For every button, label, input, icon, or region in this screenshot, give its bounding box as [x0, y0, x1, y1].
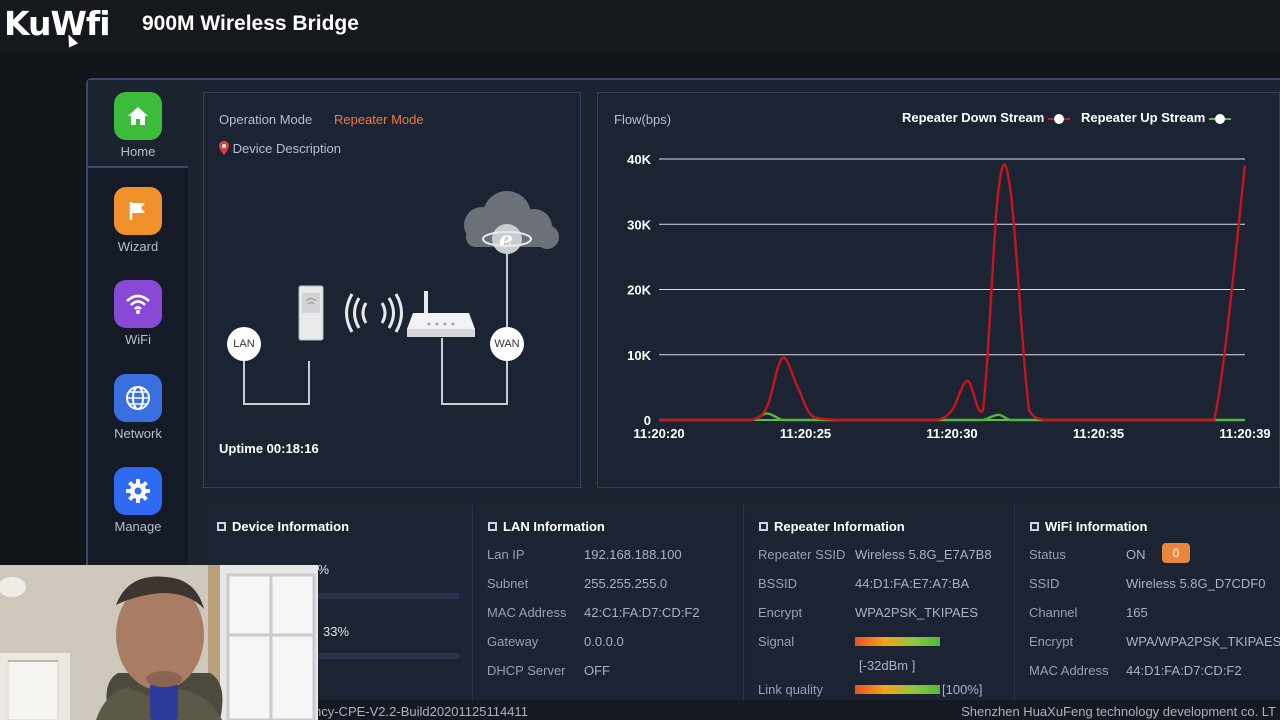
sidebar-item-network[interactable]: Network [88, 362, 188, 450]
location-pin-icon [219, 141, 229, 155]
uptime: Uptime 00:18:16 [219, 441, 319, 456]
top-bar: KuWfi 900M Wireless Bridge [0, 0, 1280, 54]
dhcp-value: OFF [584, 663, 610, 678]
wifi-icon [114, 280, 162, 328]
dhcp-label: DHCP Server [487, 663, 566, 678]
lan-ip-label: Lan IP [487, 547, 525, 562]
signal-dbm-value: [-32dBm ] [859, 658, 916, 673]
wifi-mac-label: MAC Address [1029, 663, 1109, 678]
lan-info-panel: LAN Information Lan IP 192.168.188.100 S… [474, 505, 744, 700]
router-icon [407, 291, 475, 337]
svg-text:e: e [499, 227, 513, 253]
sidebar-item-label: Manage [114, 519, 162, 534]
x-tick-label: 11:20:20 [633, 426, 684, 441]
y-tick-label: 10K [627, 348, 651, 363]
x-tick-label: 11:20:39 [1219, 426, 1270, 441]
webcam-overlay [0, 565, 318, 720]
sidebar-item-label: Wizard [117, 239, 159, 254]
x-tick-label: 11:20:30 [926, 426, 977, 441]
company-name: Shenzhen HuaXuFeng technology developmen… [961, 704, 1276, 719]
internet-cloud-icon: e [464, 191, 559, 254]
wan-node: WAN [490, 327, 524, 361]
repeater-ssid-label: Repeater SSID [758, 547, 846, 562]
flow-chart: 010K20K30K40K11:20:20 11:20:25 11:20:30 11:… [627, 152, 1271, 441]
mac-label: MAC Address [487, 605, 567, 620]
y-tick-label: 20K [627, 283, 651, 298]
bssid-label: BSSID [758, 576, 798, 591]
device-description: Device Description [219, 141, 341, 156]
lan-info-title: LAN Information [488, 519, 605, 534]
wireless-signal-icon [345, 293, 403, 333]
flow-chart-panel: Flow(bps) Repeater Down Stream Repeater … [597, 92, 1280, 488]
link-quality-value: [100%] [942, 682, 983, 697]
status-badge[interactable]: 0 [1162, 543, 1190, 563]
series-line-down-stream [659, 163, 1247, 422]
page-title: 900M Wireless Bridge [142, 12, 359, 35]
x-tick-label: 11:20:25 [780, 426, 831, 441]
signal-label: Signal [758, 634, 795, 649]
flag-icon [114, 187, 162, 235]
y-tick-label: 40K [627, 152, 651, 167]
repeater-ssid-value: Wireless 5.8G_E7A7B8 [855, 547, 992, 562]
wifi-mac-value: 44:D1:FA:D7:CD:F2 [1126, 663, 1242, 678]
y-tick-label: 30K [627, 217, 651, 232]
wifi-status-value: ON [1126, 547, 1146, 562]
lan-wire [243, 361, 310, 405]
sidebar-item-label: Home [120, 144, 156, 159]
lan-ip-value: 192.168.188.100 [584, 547, 682, 562]
repeater-info-panel: Repeater Information Repeater SSID Wirel… [745, 505, 1015, 700]
device-info-title: Device Information [217, 519, 349, 534]
wifi-encrypt-value: WPA/WPA2PSK_TKIPAES [1126, 634, 1280, 649]
memory-usage-value: 33% [323, 624, 350, 639]
sidebar-item-label: WiFi [125, 332, 151, 347]
wifi-encrypt-label: Encrypt [1029, 634, 1074, 649]
sidebar-item-wizard[interactable]: Wizard [88, 175, 188, 263]
wifi-status-label: Status [1029, 547, 1066, 562]
repeater-info-title: Repeater Information [759, 519, 905, 534]
repeater-encrypt-value: WPA2PSK_TKIPAES [855, 605, 979, 620]
sidebar-item-label: Network [114, 426, 162, 441]
bssid-value: 44:D1:FA:E7:A7:BA [855, 576, 970, 591]
home-icon [114, 92, 162, 140]
wifi-info-title: WiFi Information [1030, 519, 1147, 534]
mac-value: 42:C1:FA:D7:CD:F2 [584, 605, 700, 620]
repeater-encrypt-label: Encrypt [758, 605, 803, 620]
subnet-label: Subnet [487, 576, 529, 591]
gateway-value: 0.0.0.0 [584, 634, 624, 649]
brand-logo: KuWfi [4, 4, 111, 43]
operation-mode-value: Repeater Mode [334, 112, 424, 127]
gateway-label: Gateway [487, 634, 539, 649]
lan-node: LAN [227, 327, 261, 361]
subnet-value: 255.255.255.0 [584, 576, 668, 591]
device-description-label: Device Description [232, 141, 341, 156]
firmware-version: ncy-CPE-V2.2-Build20201125114411 [314, 704, 528, 719]
footer: ncy-CPE-V2.2-Build20201125114411 Shenzhe… [300, 700, 1280, 720]
device-panel: Operation Mode Repeater Mode Device Desc… [203, 92, 581, 488]
gear-icon [114, 467, 162, 515]
wifi-ssid-label: SSID [1029, 576, 1060, 591]
signal-bar [855, 637, 940, 646]
wifi-info-panel: WiFi Information Status ON SSID Wireless… [1016, 505, 1280, 700]
channel-label: Channel [1029, 605, 1078, 620]
x-tick-label: 11:20:35 [1073, 426, 1124, 441]
operation-mode-label: Operation Mode [219, 112, 313, 127]
webcam-person-image [0, 565, 318, 720]
link-quality-label: Link quality [758, 682, 824, 697]
channel-value: 165 [1126, 605, 1148, 620]
link-quality-bar [855, 685, 940, 694]
wifi-ssid-value: Wireless 5.8G_D7CDF0 [1126, 576, 1266, 591]
sidebar-item-wifi[interactable]: WiFi [88, 268, 188, 356]
globe-icon [114, 374, 162, 422]
sidebar-item-home[interactable]: Home [88, 80, 188, 168]
sidebar-item-manage[interactable]: Manage [88, 455, 188, 543]
cpe-device-icon [298, 285, 324, 341]
